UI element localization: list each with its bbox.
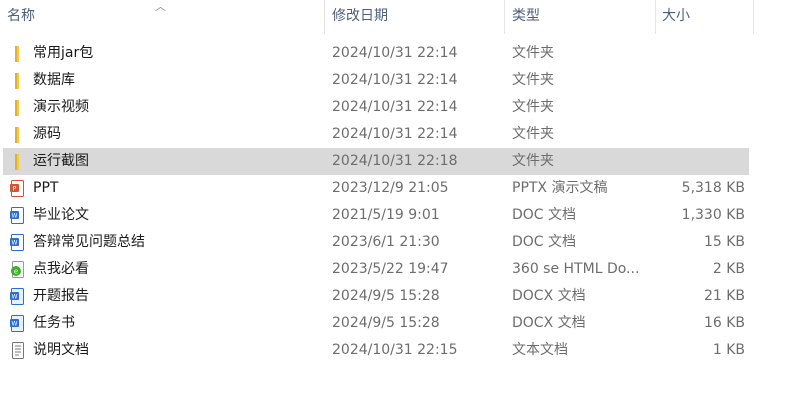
file-type: 文件夹 bbox=[512, 45, 554, 61]
column-divider[interactable] bbox=[753, 0, 754, 34]
column-divider[interactable] bbox=[324, 0, 325, 34]
file-type: DOC 文档 bbox=[512, 234, 577, 250]
file-size: 1 KB bbox=[712, 342, 745, 358]
file-name: 说明文档 bbox=[33, 342, 89, 358]
column-divider[interactable] bbox=[655, 0, 656, 34]
file-name: 开题报告 bbox=[33, 288, 89, 304]
file-name: PPT bbox=[33, 180, 59, 196]
file-size bbox=[653, 67, 745, 94]
column-header-date[interactable]: 修改日期 bbox=[332, 0, 492, 34]
file-type: 文件夹 bbox=[512, 153, 554, 169]
folder-icon bbox=[9, 125, 27, 144]
file-date: 2024/9/5 15:28 bbox=[332, 288, 440, 304]
svg-text:W: W bbox=[12, 240, 18, 247]
file-name: 点我必看 bbox=[33, 261, 89, 277]
file-date: 2024/10/31 22:14 bbox=[332, 126, 458, 142]
file-type: 文件夹 bbox=[512, 72, 554, 88]
doc-icon: W bbox=[9, 206, 27, 225]
file-size: 15 KB bbox=[703, 234, 745, 250]
pptx-icon: P bbox=[9, 179, 27, 198]
column-header-type[interactable]: 类型 bbox=[512, 0, 642, 34]
svg-text:e: e bbox=[14, 268, 18, 276]
file-row[interactable]: 运行截图 2024/10/31 22:18 文件夹 bbox=[3, 148, 749, 175]
file-row[interactable]: 数据库 2024/10/31 22:14 文件夹 bbox=[3, 67, 749, 94]
file-row[interactable]: 说明文档 2024/10/31 22:15 文本文档 1 KB bbox=[3, 337, 749, 364]
file-row[interactable]: 演示视频 2024/10/31 22:14 文件夹 bbox=[3, 94, 749, 121]
file-type: 文件夹 bbox=[512, 126, 554, 142]
file-size bbox=[653, 40, 745, 67]
file-date: 2024/10/31 22:14 bbox=[332, 45, 458, 61]
file-size: 16 KB bbox=[703, 315, 745, 331]
file-date: 2023/12/9 21:05 bbox=[332, 180, 449, 196]
file-date: 2024/10/31 22:18 bbox=[332, 153, 458, 169]
file-type: DOCX 文档 bbox=[512, 315, 586, 331]
file-date: 2021/5/19 9:01 bbox=[332, 207, 440, 223]
file-date: 2023/5/22 19:47 bbox=[332, 261, 449, 277]
file-type: DOCX 文档 bbox=[512, 288, 586, 304]
svg-text:W: W bbox=[12, 321, 18, 328]
file-type: DOC 文档 bbox=[512, 207, 577, 223]
file-type: 文本文档 bbox=[512, 342, 568, 358]
folder-icon bbox=[9, 152, 27, 171]
file-row[interactable]: P PPT 2023/12/9 21:05 PPTX 演示文稿 5,318 KB bbox=[3, 175, 749, 202]
text-icon bbox=[9, 341, 27, 360]
file-name: 数据库 bbox=[33, 72, 75, 88]
file-row[interactable]: W 开题报告 2024/9/5 15:28 DOCX 文档 21 KB bbox=[3, 283, 749, 310]
file-size: 5,318 KB bbox=[681, 180, 745, 196]
file-name: 毕业论文 bbox=[33, 207, 89, 223]
file-name: 演示视频 bbox=[33, 99, 89, 115]
file-name: 运行截图 bbox=[33, 153, 89, 169]
docx-icon: W bbox=[9, 314, 27, 333]
folder-icon bbox=[9, 44, 27, 63]
file-row[interactable]: 源码 2024/10/31 22:14 文件夹 bbox=[3, 121, 749, 148]
svg-text:P: P bbox=[13, 186, 17, 193]
file-name: 源码 bbox=[33, 126, 61, 142]
file-type: 360 se HTML Do... bbox=[512, 261, 640, 277]
file-size bbox=[653, 148, 745, 175]
file-date: 2024/10/31 22:14 bbox=[332, 99, 458, 115]
column-divider[interactable] bbox=[504, 0, 505, 34]
file-row[interactable]: W 答辩常见问题总结 2023/6/1 21:30 DOC 文档 15 KB bbox=[3, 229, 749, 256]
file-row[interactable]: e 点我必看 2023/5/22 19:47 360 se HTML Do... 2 K… bbox=[3, 256, 749, 283]
html-icon: e bbox=[9, 260, 27, 279]
file-type: PPTX 演示文稿 bbox=[512, 180, 608, 196]
file-row[interactable]: 常用jar包 2024/10/31 22:14 文件夹 bbox=[3, 40, 749, 67]
file-size bbox=[653, 94, 745, 121]
column-header-size[interactable]: 大小 bbox=[662, 0, 742, 34]
file-name: 答辩常见问题总结 bbox=[33, 234, 145, 250]
file-size bbox=[653, 121, 745, 148]
file-row[interactable]: W 任务书 2024/9/5 15:28 DOCX 文档 16 KB bbox=[3, 310, 749, 337]
file-type: 文件夹 bbox=[512, 99, 554, 115]
file-size: 1,330 KB bbox=[681, 207, 745, 223]
doc-icon: W bbox=[9, 233, 27, 252]
docx-icon: W bbox=[9, 287, 27, 306]
folder-icon bbox=[9, 98, 27, 117]
svg-text:W: W bbox=[12, 294, 18, 301]
file-date: 2023/6/1 21:30 bbox=[332, 234, 440, 250]
column-header: ︿ 名称 修改日期 类型 大小 bbox=[0, 0, 786, 34]
file-name: 常用jar包 bbox=[33, 45, 94, 61]
file-date: 2024/10/31 22:15 bbox=[332, 342, 458, 358]
svg-text:W: W bbox=[12, 213, 18, 220]
file-date: 2024/10/31 22:14 bbox=[332, 72, 458, 88]
file-size: 2 KB bbox=[712, 261, 745, 277]
file-name: 任务书 bbox=[33, 315, 75, 331]
folder-icon bbox=[9, 71, 27, 90]
file-row[interactable]: W 毕业论文 2021/5/19 9:01 DOC 文档 1,330 KB bbox=[3, 202, 749, 229]
file-date: 2024/9/5 15:28 bbox=[332, 315, 440, 331]
column-header-name[interactable]: 名称 bbox=[7, 0, 307, 34]
file-size: 21 KB bbox=[703, 288, 745, 304]
